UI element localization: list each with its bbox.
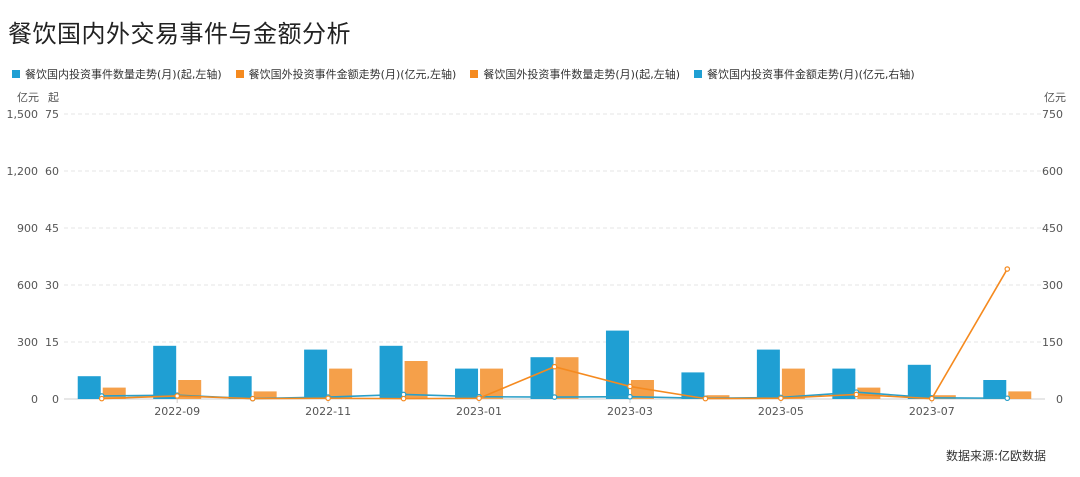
foreign-amount-point xyxy=(400,395,407,402)
bar-foreign-count xyxy=(404,361,428,399)
y-left-count-tick: 45 xyxy=(45,222,59,235)
foreign-amount-point xyxy=(551,363,558,370)
bar-domestic-count xyxy=(77,376,101,399)
foreign-amount-point xyxy=(1004,266,1011,272)
bar-foreign-count xyxy=(781,368,805,399)
domestic-amount-point xyxy=(1004,395,1011,402)
foreign-amount-point xyxy=(778,395,784,402)
y-left-count-unit: 起 xyxy=(48,91,59,104)
bar-domestic-count xyxy=(907,364,931,399)
foreign-amount-point xyxy=(702,395,709,402)
y-left-count-tick: 60 xyxy=(45,165,59,178)
bar-foreign-count xyxy=(555,357,579,399)
bar-domestic-count xyxy=(379,345,403,399)
data-source: 数据来源:亿欧数据 xyxy=(945,449,1046,463)
bar-domestic-count xyxy=(605,330,629,399)
x-tick-label: 2023-01 xyxy=(456,405,502,418)
bar-foreign-count xyxy=(1008,391,1032,399)
x-tick-label: 2023-07 xyxy=(909,405,955,418)
bar-domestic-count xyxy=(228,376,252,399)
y-left-count-tick: 30 xyxy=(45,279,59,292)
chart-canvas: 0 0 0 300 15 150 600 30 300 900 45 450 1,200 60 600 1,5… xyxy=(7,91,1067,418)
x-tick-label: 2022-09 xyxy=(154,405,200,418)
y-left-amount-tick: 900 xyxy=(17,222,38,235)
bar-domestic-count xyxy=(455,368,479,399)
y-left-amount-tick: 0 xyxy=(31,393,38,406)
x-tick-label: 2022-11 xyxy=(305,405,351,418)
y-left-amount-tick: 1,500 xyxy=(7,108,39,121)
domestic-amount-point xyxy=(551,394,558,400)
y-right-tick: 750 xyxy=(1042,108,1063,121)
y-left-count-tick: 0 xyxy=(52,393,59,406)
foreign-amount-point xyxy=(98,395,105,402)
y-right-tick: 0 xyxy=(1056,393,1063,406)
foreign-amount-point xyxy=(325,395,331,402)
y-left-amount-tick: 600 xyxy=(17,279,38,292)
x-tick-label: 2023-05 xyxy=(758,405,804,418)
y-left-count-tick: 15 xyxy=(45,336,59,349)
y-right-unit: 亿元 xyxy=(1044,91,1066,104)
y-left-amount-unit: 亿元 xyxy=(17,91,39,104)
y-right-tick: 450 xyxy=(1042,222,1063,235)
bar-domestic-count xyxy=(153,345,177,399)
y-left-count-tick: 75 xyxy=(45,108,59,121)
domestic-amount-point xyxy=(627,393,633,400)
foreign-amount-point xyxy=(853,391,860,398)
bar-domestic-count xyxy=(530,357,554,399)
bar-foreign-count xyxy=(329,368,353,399)
bar-domestic-count xyxy=(983,380,1007,399)
foreign-amount-point xyxy=(174,393,180,399)
y-left-amount-tick: 1,200 xyxy=(7,165,39,178)
y-right-tick: 150 xyxy=(1042,336,1063,349)
y-right-tick: 300 xyxy=(1042,279,1063,292)
y-right-tick: 600 xyxy=(1042,165,1063,178)
bar-domestic-count xyxy=(304,349,328,399)
foreign-amount-point xyxy=(627,383,633,390)
x-tick-label: 2023-03 xyxy=(607,405,653,418)
bar-domestic-count xyxy=(756,349,780,399)
foreign-amount-point xyxy=(476,395,482,402)
foreign-amount-point xyxy=(249,395,256,402)
foreign-amount-point xyxy=(929,395,935,402)
y-left-amount-tick: 300 xyxy=(17,336,38,349)
bar-foreign-count xyxy=(480,368,504,399)
